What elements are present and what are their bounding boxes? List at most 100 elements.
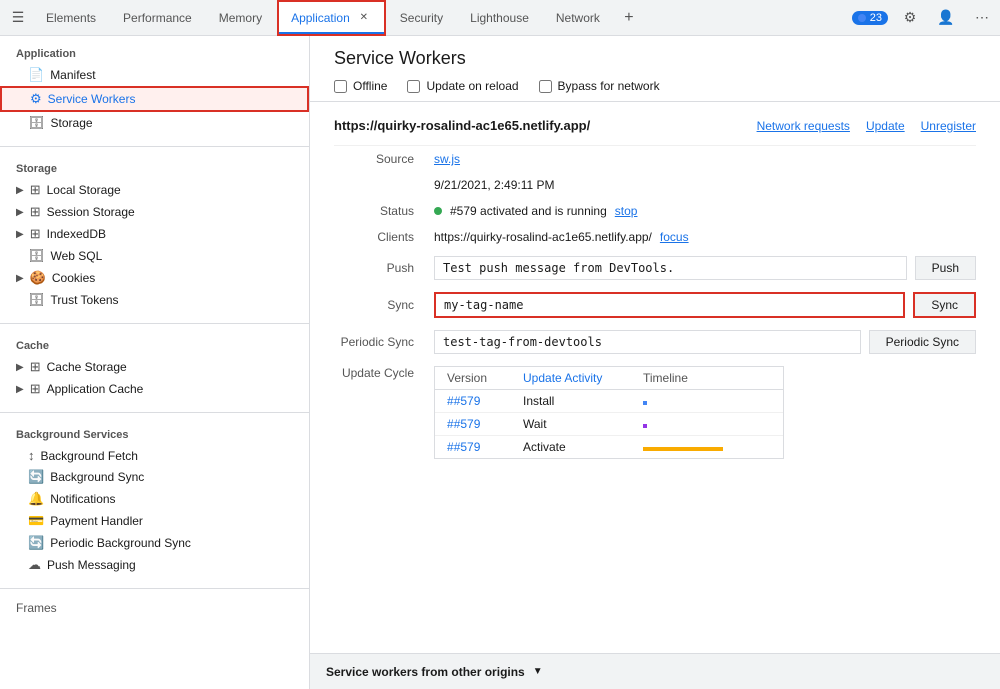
offline-checkbox[interactable] [334,80,347,93]
status-value: #579 activated and is running stop [434,204,976,218]
divider-1 [0,146,309,147]
bg-sync-icon: 🔄 [28,469,44,485]
sidebar-item-web-sql[interactable]: 🗄 Web SQL [0,245,309,267]
devtools-menu-icon[interactable]: ☰ [4,4,32,32]
update-cycle-table: Version Update Activity Timeline ##579 I… [434,366,784,459]
stop-link[interactable]: stop [615,204,638,218]
offline-checkbox-label[interactable]: Offline [334,79,387,93]
clients-url: https://quirky-rosalind-ac1e65.netlify.a… [434,230,652,244]
timeline-bar-install [643,401,647,405]
sync-button[interactable]: Sync [913,292,976,318]
divider-3 [0,412,309,413]
sidebar-item-storage-app[interactable]: 🗄 Storage [0,112,309,134]
sidebar-section-application-title: Application [0,44,309,64]
sidebar-item-payment-handler[interactable]: 💳 Payment Handler [0,510,309,532]
header-version: Version [435,371,515,385]
network-requests-link[interactable]: Network requests [757,119,850,133]
bottom-bar: Service workers from other origins ▼ [310,653,1000,689]
sidebar: Application 📄 Manifest ⚙ Service Workers… [0,36,310,689]
checkbox-row: Offline Update on reload Bypass for netw… [334,79,976,93]
web-sql-icon: 🗄 [28,248,45,264]
bypass-for-network-checkbox[interactable] [539,80,552,93]
tab-memory[interactable]: Memory [207,0,275,36]
expand-cookies-icon[interactable]: ▶ [16,273,24,284]
tab-elements[interactable]: Elements [34,0,109,36]
expand-session-storage-icon[interactable]: ▶ [16,207,24,218]
tabs-left: ☰ Elements Performance Memory Applicatio… [4,0,643,36]
update-cycle-label: Update Cycle [334,366,434,380]
sidebar-item-push-messaging[interactable]: ☁ Push Messaging [0,554,309,576]
more-icon[interactable]: ⋯ [968,4,996,32]
sw-clients-row: Clients https://quirky-rosalind-ac1e65.n… [334,224,976,250]
periodic-bg-sync-icon: 🔄 [28,535,44,551]
expand-app-cache-icon[interactable]: ▶ [16,384,24,395]
sidebar-item-cookies[interactable]: ▶ 🍪 Cookies [0,267,309,289]
add-tab-icon[interactable]: + [615,4,643,32]
push-button[interactable]: Push [915,256,976,280]
unregister-link[interactable]: Unregister [921,119,976,133]
header-timeline: Timeline [635,371,783,385]
sidebar-item-cache-storage[interactable]: ▶ ⊞ Cache Storage [0,356,309,378]
push-row: Push Push [334,250,976,286]
row-activity-2: Wait [515,417,635,431]
version-hash-icon-3: # [447,440,454,454]
periodic-sync-button[interactable]: Periodic Sync [869,330,976,354]
tab-lighthouse[interactable]: Lighthouse [458,0,542,36]
sidebar-item-local-storage[interactable]: ▶ ⊞ Local Storage [0,179,309,201]
sync-input[interactable] [434,292,905,318]
push-input[interactable] [434,256,907,280]
sidebar-item-bg-sync[interactable]: 🔄 Background Sync [0,466,309,488]
version-hash-icon-1: # [447,394,454,408]
update-on-reload-checkbox-label[interactable]: Update on reload [407,79,518,93]
source-label: Source [334,152,434,166]
sidebar-item-service-workers[interactable]: ⚙ Service Workers [0,86,309,112]
tab-application[interactable]: Application ✕ [277,0,386,36]
app-cache-icon: ⊞ [30,381,41,397]
expand-cache-storage-icon[interactable]: ▶ [16,362,24,373]
tab-security[interactable]: Security [388,0,456,36]
row-activity-3: Activate [515,440,635,454]
tab-network[interactable]: Network [544,0,613,36]
manifest-icon: 📄 [28,67,44,83]
error-badge[interactable]: 23 [852,11,888,25]
periodic-sync-input[interactable] [434,330,861,354]
sidebar-item-indexeddb[interactable]: ▶ ⊞ IndexedDB [0,223,309,245]
clients-value: https://quirky-rosalind-ac1e65.netlify.a… [434,230,976,244]
sidebar-item-manifest[interactable]: 📄 Manifest [0,64,309,86]
sidebar-section-storage-title: Storage [0,159,309,179]
badge-dot-icon [858,14,866,22]
push-label: Push [334,261,434,275]
sidebar-item-session-storage[interactable]: ▶ ⊞ Session Storage [0,201,309,223]
sw-origin-row: https://quirky-rosalind-ac1e65.netlify.a… [334,102,976,146]
sidebar-item-notifications[interactable]: 🔔 Notifications [0,488,309,510]
focus-link[interactable]: focus [660,230,689,244]
session-storage-icon: ⊞ [30,204,41,220]
expand-bottom-icon[interactable]: ▼ [533,666,543,677]
settings-icon[interactable]: ⚙ [896,4,924,32]
payment-handler-icon: 💳 [28,513,44,529]
update-on-reload-checkbox[interactable] [407,80,420,93]
divider-4 [0,588,309,589]
sidebar-item-periodic-bg-sync[interactable]: 🔄 Periodic Background Sync [0,532,309,554]
trust-tokens-icon: 🗄 [28,292,45,308]
sidebar-item-app-cache[interactable]: ▶ ⊞ Application Cache [0,378,309,400]
cache-storage-icon: ⊞ [30,359,41,375]
update-link[interactable]: Update [866,119,905,133]
expand-local-storage-icon[interactable]: ▶ [16,185,24,196]
source-file-link[interactable]: sw.js [434,152,460,166]
content-header: Service Workers Offline Update on reload… [310,36,1000,102]
sw-source-row: Source sw.js [334,146,976,172]
sidebar-item-trust-tokens[interactable]: 🗄 Trust Tokens [0,289,309,311]
frames-section-title: Frames [0,593,309,623]
tab-performance[interactable]: Performance [111,0,205,36]
table-row-install: ##579 Install [435,390,783,413]
sidebar-item-bg-fetch[interactable]: ↕ Background Fetch [0,445,309,466]
sidebar-section-bg-title: Background Services [0,425,309,445]
expand-indexeddb-icon[interactable]: ▶ [16,229,24,240]
tabs-right: 23 ⚙ 👤 ⋯ [852,4,996,32]
sidebar-section-application: Application 📄 Manifest ⚙ Service Workers… [0,36,309,142]
bypass-for-network-checkbox-label[interactable]: Bypass for network [539,79,660,93]
customize-icon[interactable]: 👤 [932,4,960,32]
tab-application-close[interactable]: ✕ [356,10,372,26]
bottom-bar-label: Service workers from other origins [326,665,525,679]
